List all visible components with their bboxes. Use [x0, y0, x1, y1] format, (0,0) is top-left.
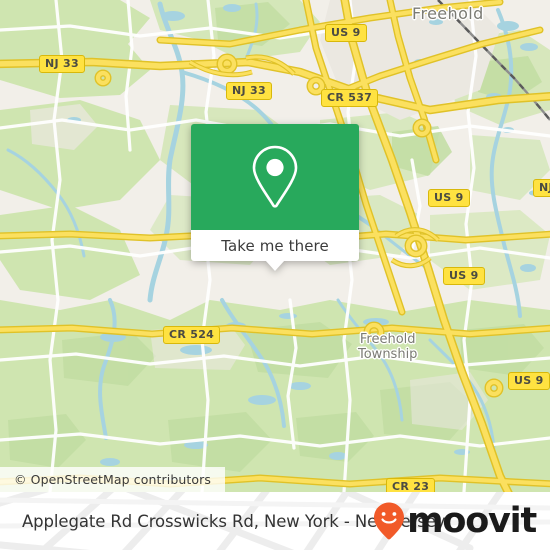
location-popup-card[interactable]: Take me there — [191, 124, 359, 271]
screenshot-root: Freehold Freehold Township NJ 33 NJ 33 C… — [0, 0, 550, 550]
moovit-wordmark: moovit — [407, 500, 537, 541]
osm-attribution-text: © OpenStreetMap contributors — [14, 472, 212, 487]
popup-pointer-tail — [265, 260, 285, 271]
road-shield-us-9-central[interactable]: US 9 — [443, 267, 485, 285]
popup-icon-area — [191, 124, 359, 230]
osm-attribution[interactable]: © OpenStreetMap contributors — [0, 467, 226, 492]
moovit-smiley-pin-icon — [374, 502, 405, 540]
map-pin-icon — [252, 145, 298, 208]
road-shield-us-9-south[interactable]: US 9 — [508, 372, 550, 390]
road-shield-cr-23[interactable]: CR 23 — [386, 478, 436, 492]
road-shield-cr-537[interactable]: CR 537 — [321, 89, 379, 107]
road-shield-nj-33-west[interactable]: NJ 33 — [39, 55, 85, 73]
road-shield-nj-edge[interactable]: NJ — [533, 179, 550, 197]
road-shield-us-9-mid[interactable]: US 9 — [428, 189, 470, 207]
road-shield-nj-33-east[interactable]: NJ 33 — [226, 82, 272, 100]
popup-cta-area[interactable]: Take me there — [191, 230, 359, 271]
moovit-brand-logo[interactable]: moovit — [372, 492, 537, 550]
footer-bar: Applegate Rd Crosswicks Rd, New York - N… — [0, 492, 550, 550]
popup-cta-label: Take me there — [221, 236, 329, 255]
map-canvas[interactable]: Freehold Freehold Township NJ 33 NJ 33 C… — [0, 0, 550, 492]
road-shield-us-9-north[interactable]: US 9 — [325, 24, 367, 42]
road-shield-cr-524[interactable]: CR 524 — [163, 326, 221, 344]
